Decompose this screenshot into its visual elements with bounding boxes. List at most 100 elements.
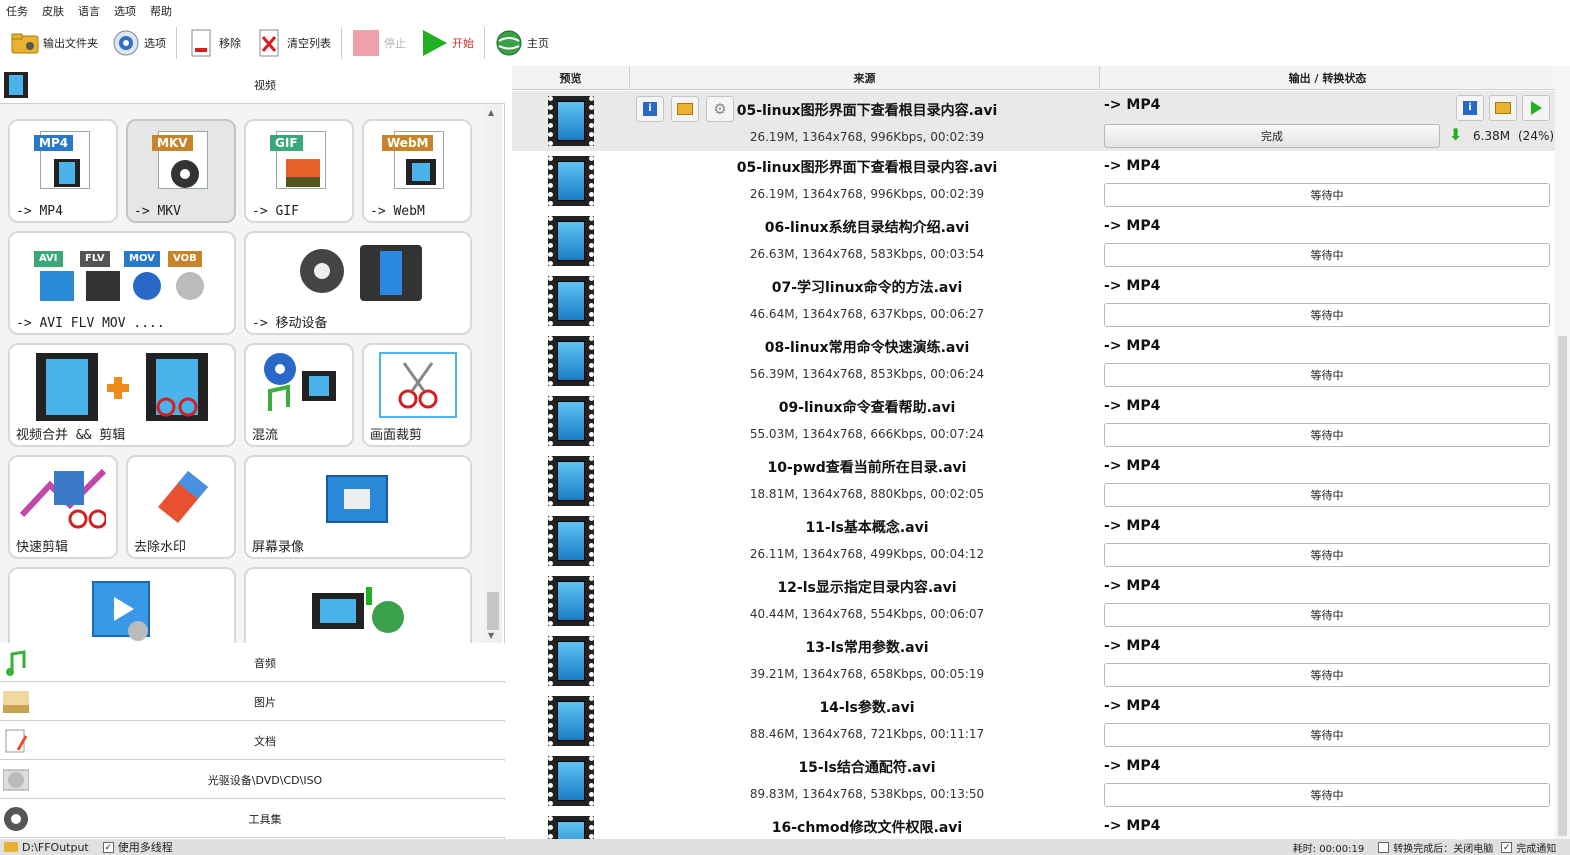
toolbar-divider [341, 27, 342, 59]
watermark-text: https://blog.csdn.net/weixin_44754697 [1290, 826, 1525, 840]
mov-badge: MOV [124, 251, 160, 267]
tile-label: -> MP4 [16, 204, 63, 219]
task-row[interactable]: 15-ls结合通配符.avi 89.83M, 1364x768, 538Kbps,… [512, 751, 1555, 811]
tile-screen-record[interactable]: 屏幕录像 [244, 455, 472, 559]
menu-options[interactable]: 选项 [114, 3, 136, 19]
task-row[interactable]: 12-ls显示指定目录内容.avi 40.44M, 1364x768, 554Kb… [512, 571, 1555, 631]
menu-help[interactable]: 帮助 [150, 3, 172, 19]
notify-checkbox[interactable]: ✓ [1501, 841, 1513, 853]
scroll-thumb[interactable] [1558, 336, 1567, 836]
tile-remove-watermark[interactable]: 去除水印 [126, 455, 236, 559]
scroll-down-icon[interactable]: ▼ [488, 631, 494, 640]
folder-icon [1495, 102, 1511, 114]
task-row[interactable]: i ⚙ 05-linux图形界面下查看根目录内容.avi 26.19M, 136… [512, 91, 1555, 151]
scroll-up-icon[interactable]: ▲ [488, 108, 494, 117]
source-filename: 06-linux系统目录结构介绍.avi [764, 220, 970, 236]
tile-video-download[interactable] [244, 567, 472, 643]
task-row[interactable]: 06-linux系统目录结构介绍.avi 26.63M, 1364x768, 58… [512, 211, 1555, 271]
output-folder-button[interactable]: 输出文件夹 [4, 25, 105, 61]
task-row[interactable]: 13-ls常用参数.avi 39.21M, 1364x768, 658Kbps, … [512, 631, 1555, 691]
eraser-icon [158, 471, 208, 523]
tile-to-webm[interactable]: WebM -> WebM [362, 119, 472, 223]
sunset-image-icon [286, 159, 320, 187]
tile-video-player[interactable] [8, 567, 236, 643]
category-image[interactable]: 图片 [0, 683, 505, 721]
video-thumbnail [548, 276, 594, 326]
tile-label: 画面裁剪 [370, 428, 423, 443]
category-dvd-label: 光驱设备\DVD\CD\ISO [207, 773, 323, 787]
col-output[interactable]: 输出 / 转换状态 [1100, 66, 1555, 89]
col-preview[interactable]: 预览 [512, 66, 630, 89]
stop-label: 停止 [384, 37, 406, 50]
tile-to-avi-flv-mov[interactable]: AVI FLV MOV VOB -> AVI FLV MOV .... [8, 231, 236, 335]
tile-to-gif[interactable]: GIF -> GIF [244, 119, 354, 223]
notify-label: 完成通知 [1516, 843, 1557, 855]
category-image-label: 图片 [254, 695, 276, 709]
tile-label: -> GIF [252, 204, 299, 219]
start-button[interactable]: 开始 [413, 25, 481, 61]
task-row[interactable]: 07-学习linux命令的方法.avi 46.64M, 1364x768, 637… [512, 271, 1555, 331]
col-source[interactable]: 来源 [630, 66, 1100, 89]
task-row[interactable]: 08-linux常用命令快速演练.avi 56.39M, 1364x768, 85… [512, 331, 1555, 391]
tile-to-mobile[interactable]: -> 移动设备 [244, 231, 472, 335]
play-output-button[interactable] [1522, 95, 1550, 121]
stop-button[interactable]: 停止 [345, 25, 413, 61]
options-button[interactable]: 选项 [105, 25, 173, 61]
conversion-status: 完成 [1104, 124, 1440, 148]
info-icon: i [1463, 101, 1477, 115]
category-document[interactable]: 文档 [0, 722, 505, 760]
category-audio[interactable]: 音频 [0, 644, 505, 682]
task-row[interactable]: 11-ls基本概念.avi 26.11M, 1364x768, 499Kbps, … [512, 511, 1555, 571]
clear-list-button[interactable]: 清空列表 [248, 25, 338, 61]
video-thumbnail [548, 756, 594, 806]
tile-label: -> AVI FLV MOV .... [16, 316, 165, 331]
tile-label: 混流 [252, 428, 279, 443]
menu-skin[interactable]: 皮肤 [42, 3, 64, 19]
source-info: 18.81M, 1364x768, 880Kbps, 00:02:05 [749, 487, 985, 501]
clear-list-label: 清空列表 [287, 37, 331, 50]
source-info: 56.39M, 1364x768, 853Kbps, 00:06:24 [749, 367, 985, 381]
source-info: 88.46M, 1364x768, 721Kbps, 00:11:17 [749, 727, 985, 741]
music-film-icon [264, 353, 336, 411]
tile-to-mp4[interactable]: MP4 -> MP4 [8, 119, 118, 223]
folder-icon [11, 29, 39, 57]
home-button[interactable]: 主页 [488, 25, 556, 61]
source-info: 26.19M, 1364x768, 996Kbps, 00:02:39 [749, 187, 985, 201]
task-list-scrollbar[interactable] [1555, 66, 1570, 839]
tile-grid-scrollbar[interactable]: ▲ ▼ [484, 104, 502, 643]
source-filename: 10-pwd查看当前所在目录.avi [767, 460, 967, 476]
category-dvd[interactable]: 光驱设备\DVD\CD\ISO [0, 761, 505, 799]
source-info: 26.63M, 1364x768, 583Kbps, 00:03:54 [749, 247, 985, 261]
output-info-button[interactable]: i [1456, 95, 1484, 121]
output-path[interactable]: D:\FFOutput [22, 841, 89, 854]
task-row[interactable]: 05-linux图形界面下查看根目录内容.avi 26.19M, 1364x768… [512, 151, 1555, 211]
avi-badge: AVI [34, 251, 63, 267]
menu-bar: 任务 皮肤 语言 选项 帮助 [0, 0, 1570, 22]
menu-language[interactable]: 语言 [78, 3, 100, 19]
scroll-thumb[interactable] [487, 592, 499, 630]
task-row[interactable]: 09-linux命令查看帮助.avi 55.03M, 1364x768, 666K… [512, 391, 1555, 451]
task-row[interactable]: 14-ls参数.avi 88.46M, 1364x768, 721Kbps, 00… [512, 691, 1555, 751]
output-format: -> MP4 [1104, 818, 1161, 834]
tile-to-mkv[interactable]: MKV -> MKV [126, 119, 236, 223]
output-format: -> MP4 [1104, 458, 1161, 474]
play-icon [1530, 101, 1542, 115]
category-tools[interactable]: 工具集 [0, 800, 505, 838]
video-play-icon [92, 581, 150, 641]
output-format: -> MP4 [1104, 338, 1161, 354]
remove-button[interactable]: 移除 [180, 25, 248, 61]
output-format: -> MP4 [1104, 97, 1161, 113]
multithread-label: 使用多线程 [117, 841, 173, 854]
tile-quick-cut[interactable]: 快速剪辑 [8, 455, 118, 559]
after-convert-checkbox[interactable] [1378, 841, 1390, 853]
source-info: 26.11M, 1364x768, 499Kbps, 00:04:12 [749, 547, 985, 561]
menu-task[interactable]: 任务 [6, 3, 28, 19]
task-row[interactable]: 10-pwd查看当前所在目录.avi 18.81M, 1364x768, 880K… [512, 451, 1555, 511]
tile-video-merge[interactable]: 视频合并 && 剪辑 [8, 343, 236, 447]
source-filename: 05-linux图形界面下查看根目录内容.avi [736, 160, 998, 176]
tile-crop[interactable]: 画面裁剪 [362, 343, 472, 447]
tile-mux[interactable]: 混流 [244, 343, 354, 447]
multithread-checkbox[interactable]: ✓ [102, 841, 114, 853]
category-video[interactable]: 视频 [0, 66, 505, 104]
output-folder-button[interactable] [1489, 95, 1517, 121]
